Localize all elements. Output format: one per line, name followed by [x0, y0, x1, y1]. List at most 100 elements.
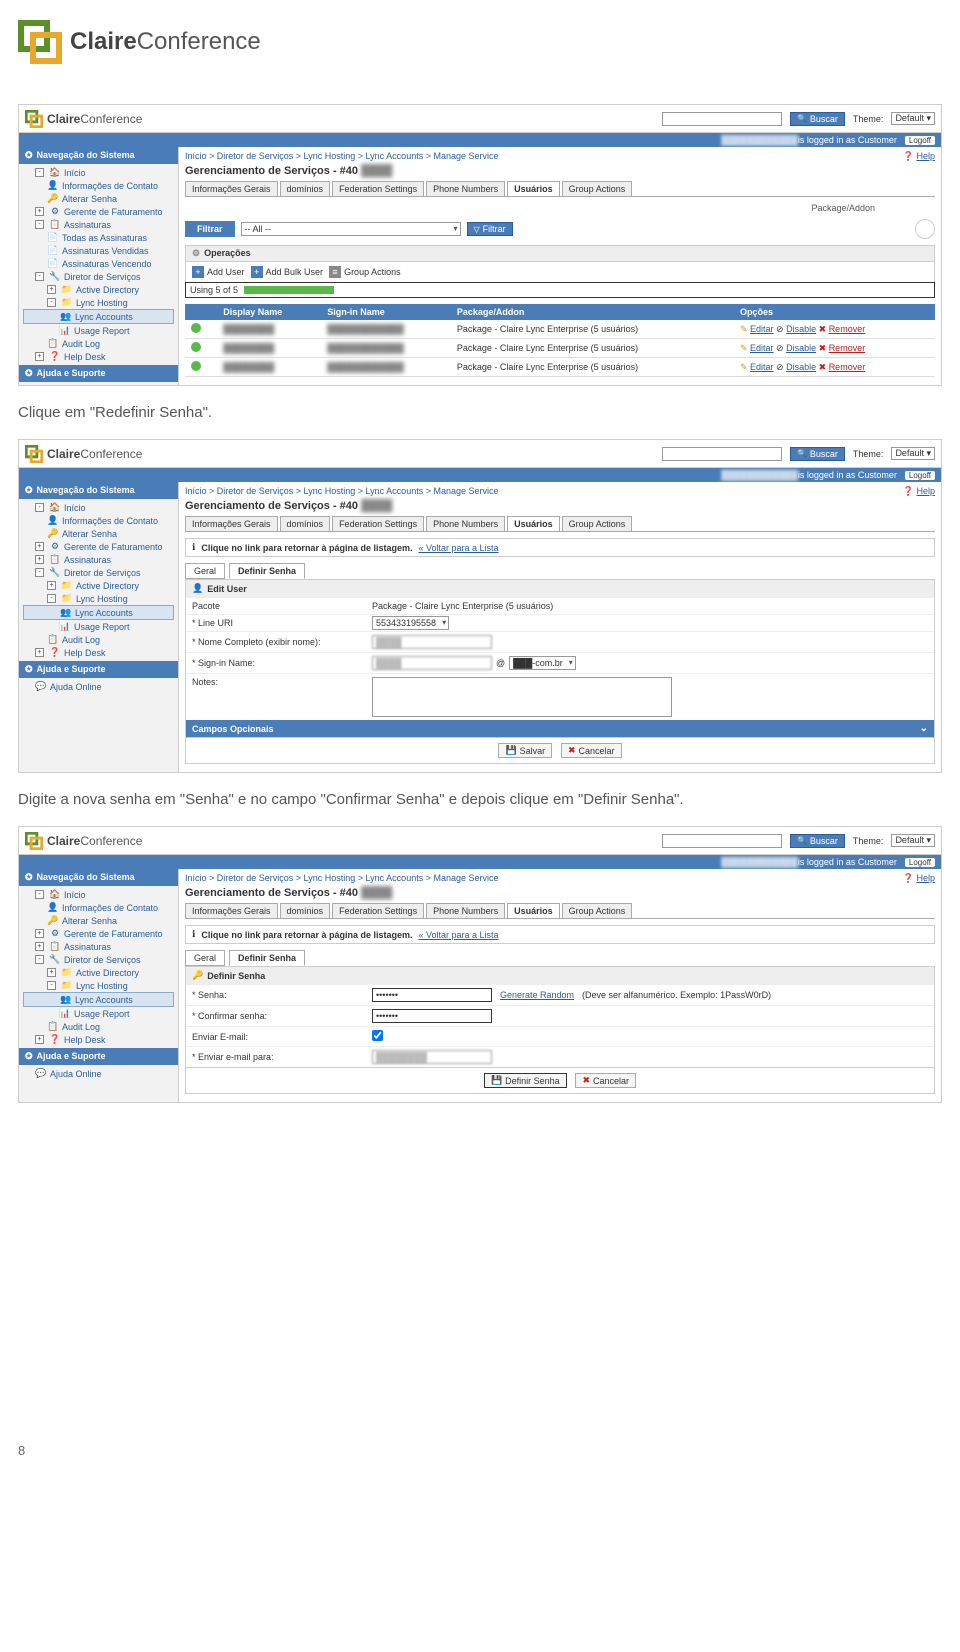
- search-button[interactable]: 🔍Buscar: [790, 447, 845, 461]
- expand-icon[interactable]: -: [35, 568, 44, 577]
- sidebar-item[interactable]: 📄Todas as Assinaturas: [23, 231, 174, 244]
- tab[interactable]: Group Actions: [562, 181, 633, 196]
- sidebar-item[interactable]: 📋Audit Log: [23, 337, 174, 350]
- disable-link[interactable]: Disable: [786, 343, 816, 353]
- enviar-email-checkbox[interactable]: [372, 1030, 383, 1041]
- remove-link[interactable]: Remover: [829, 362, 866, 372]
- sidebar-item[interactable]: 📋Audit Log: [23, 1020, 174, 1033]
- expand-icon[interactable]: +: [35, 555, 44, 564]
- sidebar-item[interactable]: 🔑Alterar Senha: [23, 192, 174, 205]
- sidebar-item[interactable]: -📁Lync Hosting: [23, 592, 174, 605]
- tab[interactable]: Group Actions: [562, 903, 633, 918]
- save-button[interactable]: 💾Salvar: [498, 743, 552, 758]
- tab[interactable]: domínios: [280, 181, 331, 196]
- sidebar-item[interactable]: 👥Lync Accounts: [23, 605, 174, 620]
- search-input[interactable]: [662, 447, 782, 461]
- sidebar-item[interactable]: 📋Audit Log: [23, 633, 174, 646]
- signin-input[interactable]: ████: [372, 656, 492, 670]
- filter-select[interactable]: -- All --: [241, 222, 461, 236]
- search-button[interactable]: 🔍Buscar: [790, 112, 845, 126]
- subtab[interactable]: Definir Senha: [229, 563, 305, 579]
- tab[interactable]: Phone Numbers: [426, 516, 505, 531]
- sidebar-item[interactable]: -📋Assinaturas: [23, 218, 174, 231]
- add-bulk-user-button[interactable]: +Add Bulk User: [251, 266, 324, 278]
- sidebar-item[interactable]: -🏠Início: [23, 166, 174, 179]
- sidebar-item[interactable]: -🔧Diretor de Serviços: [23, 566, 174, 579]
- expand-icon[interactable]: +: [35, 929, 44, 938]
- sidebar-item[interactable]: 📄Assinaturas Vendidas: [23, 244, 174, 257]
- logoff-button[interactable]: Logoff: [905, 136, 935, 145]
- sidebar-item[interactable]: 👥Lync Accounts: [23, 992, 174, 1007]
- subtab[interactable]: Geral: [185, 563, 225, 579]
- sidebar-item[interactable]: -📁Lync Hosting: [23, 979, 174, 992]
- tab[interactable]: Usuários: [507, 903, 560, 918]
- enviar-para-input[interactable]: ████████: [372, 1050, 492, 1064]
- expand-icon[interactable]: -: [35, 503, 44, 512]
- sidebar-item[interactable]: -🏠Início: [23, 888, 174, 901]
- tab[interactable]: Informações Gerais: [185, 516, 278, 531]
- expand-icon[interactable]: +: [47, 285, 56, 294]
- theme-select[interactable]: Default ▾: [891, 447, 935, 460]
- help-link[interactable]: ❓ Help: [903, 151, 935, 162]
- tab[interactable]: domínios: [280, 903, 331, 918]
- group-actions-button[interactable]: ≡Group Actions: [329, 266, 401, 278]
- remove-link[interactable]: Remover: [829, 343, 866, 353]
- sidebar-item[interactable]: +❓Help Desk: [23, 350, 174, 363]
- expand-icon[interactable]: +: [35, 942, 44, 951]
- expand-icon[interactable]: -: [47, 298, 56, 307]
- tab[interactable]: Usuários: [507, 181, 560, 196]
- expand-icon[interactable]: -: [47, 594, 56, 603]
- sidebar-item[interactable]: 🔑Alterar Senha: [23, 914, 174, 927]
- sidebar-item[interactable]: +⚙Gerente de Faturamento: [23, 205, 174, 218]
- sidebar-item[interactable]: -🔧Diretor de Serviços: [23, 953, 174, 966]
- tab[interactable]: Federation Settings: [332, 903, 424, 918]
- cancel-button[interactable]: ✖Cancelar: [561, 743, 622, 758]
- sidebar-item[interactable]: +📁Active Directory: [23, 966, 174, 979]
- sidebar-item[interactable]: -🏠Início: [23, 501, 174, 514]
- expand-icon[interactable]: -: [35, 890, 44, 899]
- logoff-button[interactable]: Logoff: [905, 471, 935, 480]
- senha-input[interactable]: •••••••: [372, 988, 492, 1002]
- search-input[interactable]: [662, 112, 782, 126]
- search-input[interactable]: [662, 834, 782, 848]
- filter-button[interactable]: Filtrar: [185, 221, 235, 237]
- add-user-button[interactable]: +Add User: [192, 266, 245, 278]
- expand-icon[interactable]: -: [35, 168, 44, 177]
- sidebar-item[interactable]: +⚙Gerente de Faturamento: [23, 927, 174, 940]
- back-link[interactable]: « Voltar para a Lista: [418, 930, 498, 940]
- sidebar-item[interactable]: 📊Usage Report: [23, 1007, 174, 1020]
- subtab[interactable]: Geral: [185, 950, 225, 966]
- theme-select[interactable]: Default ▾: [891, 112, 935, 125]
- lineuri-select[interactable]: 553433195558: [372, 616, 449, 630]
- tab[interactable]: Group Actions: [562, 516, 633, 531]
- subtab[interactable]: Definir Senha: [229, 950, 305, 966]
- generate-random-link[interactable]: Generate Random: [500, 990, 574, 1000]
- edit-link[interactable]: Editar: [750, 324, 774, 334]
- sidebar-item[interactable]: 🔑Alterar Senha: [23, 527, 174, 540]
- expand-icon[interactable]: +: [35, 352, 44, 361]
- sidebar-item[interactable]: +📁Active Directory: [23, 579, 174, 592]
- disable-link[interactable]: Disable: [786, 362, 816, 372]
- expand-icon[interactable]: +: [47, 581, 56, 590]
- sidebar-item[interactable]: 👤Informações de Contato: [23, 514, 174, 527]
- disable-link[interactable]: Disable: [786, 324, 816, 334]
- sidebar-item[interactable]: 📄Assinaturas Vencendo: [23, 257, 174, 270]
- sidebar-item[interactable]: -🔧Diretor de Serviços: [23, 270, 174, 283]
- expand-icon[interactable]: +: [35, 207, 44, 216]
- sidebar-item[interactable]: -📁Lync Hosting: [23, 296, 174, 309]
- sidebar-item[interactable]: +📁Active Directory: [23, 283, 174, 296]
- expand-icon[interactable]: -: [35, 955, 44, 964]
- remove-link[interactable]: Remover: [829, 324, 866, 334]
- sidebar-item[interactable]: +❓Help Desk: [23, 1033, 174, 1046]
- sidebar-help-online[interactable]: 💬Ajuda Online: [23, 680, 174, 693]
- sidebar-item[interactable]: +⚙Gerente de Faturamento: [23, 540, 174, 553]
- edit-link[interactable]: Editar: [750, 343, 774, 353]
- sidebar-item[interactable]: 👤Informações de Contato: [23, 179, 174, 192]
- cancel-button[interactable]: ✖Cancelar: [575, 1073, 636, 1088]
- expand-icon[interactable]: -: [47, 981, 56, 990]
- tab[interactable]: Federation Settings: [332, 516, 424, 531]
- tab[interactable]: Phone Numbers: [426, 181, 505, 196]
- apply-filter-button[interactable]: ▽Filtrar: [467, 222, 513, 236]
- tab[interactable]: Informações Gerais: [185, 903, 278, 918]
- search-button[interactable]: 🔍Buscar: [790, 834, 845, 848]
